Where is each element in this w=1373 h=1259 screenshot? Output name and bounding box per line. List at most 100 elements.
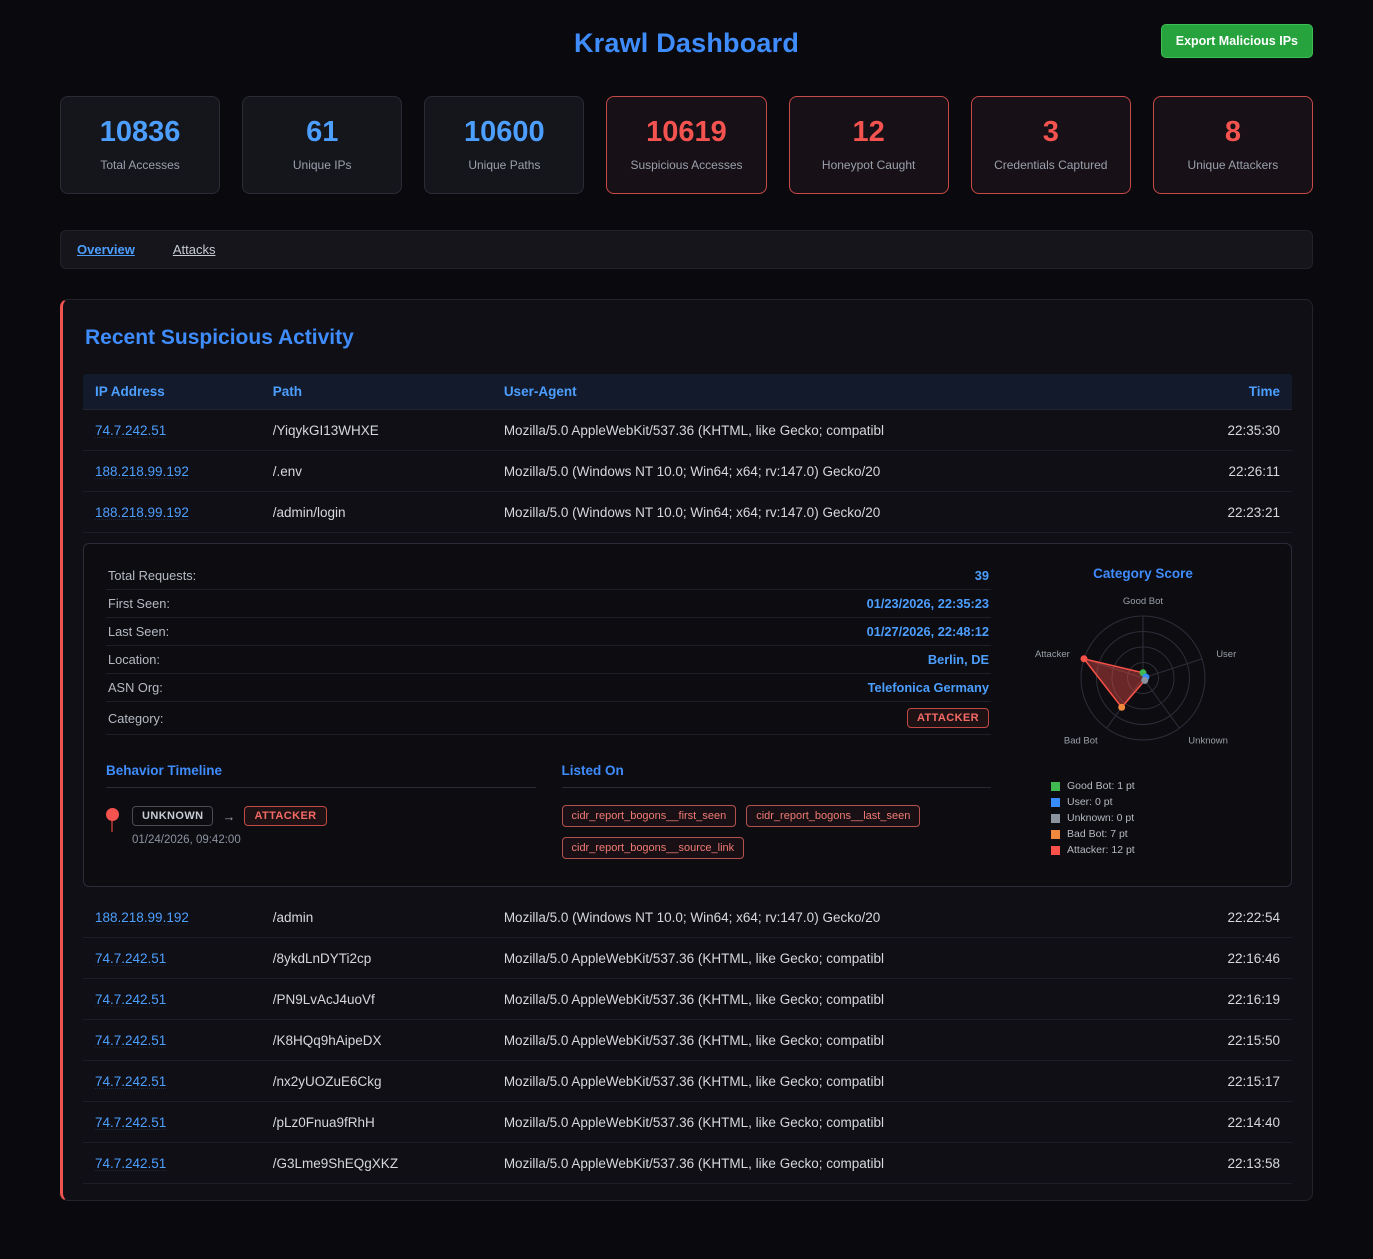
table-row: 188.218.99.192/adminMozilla/5.0 (Windows…: [83, 897, 1292, 938]
legend-swatch: [1051, 798, 1060, 807]
chart-title: Category Score: [1093, 566, 1193, 581]
ip-link[interactable]: 74.7.242.51: [95, 951, 166, 966]
timeline-to-badge: ATTACKER: [244, 806, 326, 826]
detail-columns: Behavior Timeline UNKNOWN → ATTACKER: [106, 763, 991, 859]
time-cell: 22:14:40: [1150, 1115, 1280, 1130]
table-row: 74.7.242.51/8ykdLnDYTi2cpMozilla/5.0 App…: [83, 938, 1292, 979]
suspicious-activity-panel: Recent Suspicious Activity IP Address Pa…: [60, 299, 1313, 1201]
category-badge: ATTACKER: [907, 708, 989, 728]
timeline-content: UNKNOWN → ATTACKER 01/24/2026, 09:42:00: [132, 806, 327, 846]
table-row: 74.7.242.51/PN9LvAcJ4uoVfMozilla/5.0 App…: [83, 979, 1292, 1020]
path-cell: /pLz0Fnua9fRhH: [273, 1115, 504, 1130]
stat-value: 12: [796, 116, 942, 149]
stat-label: Unique IPs: [249, 158, 395, 172]
export-malicious-ips-button[interactable]: Export Malicious IPs: [1161, 24, 1313, 58]
legend-label: Bad Bot: 7 pt: [1067, 828, 1128, 840]
field-value: 39: [975, 568, 989, 583]
svg-text:Attacker: Attacker: [1035, 649, 1070, 660]
stat-card-credentials-captured: 3Credentials Captured: [971, 96, 1131, 194]
detail-field: Last Seen:01/27/2026, 22:48:12: [106, 618, 991, 646]
ip-link[interactable]: 74.7.242.51: [95, 992, 166, 1007]
legend-swatch: [1051, 814, 1060, 823]
ip-cell: 74.7.242.51: [95, 1074, 273, 1089]
panel-title: Recent Suspicious Activity: [85, 326, 1290, 350]
legend-swatch: [1051, 846, 1060, 855]
detail-field: First Seen: 01/23/2026, 22:35:23: [106, 590, 991, 618]
stat-value: 61: [249, 116, 395, 149]
table-row: 74.7.242.51/G3Lme9ShEQgXKZMozilla/5.0 Ap…: [83, 1143, 1292, 1184]
radar-chart: Good BotUserUnknownBad BotAttacker: [1023, 583, 1263, 768]
behavior-timeline-title: Behavior Timeline: [106, 763, 536, 788]
stat-label: Unique Paths: [431, 158, 577, 172]
timeline-transition: UNKNOWN → ATTACKER: [132, 806, 327, 826]
field-label: First Seen:: [108, 596, 170, 611]
ip-link[interactable]: 188.218.99.192: [95, 910, 189, 925]
user-agent-cell: Mozilla/5.0 AppleWebKit/537.36 (KHTML, l…: [504, 1115, 1150, 1130]
stat-label: Credentials Captured: [978, 158, 1124, 172]
ip-link[interactable]: 188.218.99.192: [95, 464, 189, 479]
rows-bottom: 188.218.99.192/adminMozilla/5.0 (Windows…: [83, 897, 1292, 1184]
stat-card-total-accesses: 10836Total Accesses: [60, 96, 220, 194]
ip-cell: 74.7.242.51: [95, 992, 273, 1007]
svg-text:Unknown: Unknown: [1188, 735, 1228, 746]
column-header-ip: IP Address: [95, 384, 273, 399]
legend-item: Good Bot: 1 pt: [1051, 780, 1135, 792]
tab-attacks[interactable]: Attacks: [173, 242, 216, 257]
legend-label: Good Bot: 1 pt: [1067, 780, 1135, 792]
ip-link[interactable]: 74.7.242.51: [95, 1115, 166, 1130]
legend-item: Bad Bot: 7 pt: [1051, 828, 1135, 840]
tab-bar: Overview Attacks: [60, 230, 1313, 269]
user-agent-cell: Mozilla/5.0 AppleWebKit/537.36 (KHTML, l…: [504, 1074, 1150, 1089]
category-field: Category: ATTACKER: [106, 702, 991, 735]
user-agent-cell: Mozilla/5.0 AppleWebKit/537.36 (KHTML, l…: [504, 423, 1150, 438]
table-row: 74.7.242.51/K8HQq9hAipeDXMozilla/5.0 App…: [83, 1020, 1292, 1061]
field-label: Last Seen:: [108, 624, 169, 639]
ip-link[interactable]: 74.7.242.51: [95, 1156, 166, 1171]
listed-on-title: Listed On: [562, 763, 992, 788]
stat-card-unique-ips: 61 Unique IPs: [242, 96, 402, 194]
svg-text:User: User: [1216, 649, 1236, 660]
ip-link[interactable]: 74.7.242.51: [95, 423, 166, 438]
field-value: 01/23/2026, 22:35:23: [867, 596, 989, 611]
ip-cell: 74.7.242.51: [95, 423, 273, 438]
table-header-row: IP Address Path User-Agent Time: [83, 374, 1292, 410]
detail-field: ASN Org:Telefonica Germany: [106, 674, 991, 702]
ip-cell: 74.7.242.51: [95, 1115, 273, 1130]
activity-table: IP Address Path User-Agent Time 74.7.242…: [83, 374, 1292, 1184]
user-agent-cell: Mozilla/5.0 AppleWebKit/537.36 (KHTML, l…: [504, 951, 1150, 966]
time-cell: 22:15:50: [1150, 1033, 1280, 1048]
path-cell: /8ykdLnDYTi2cp: [273, 951, 504, 966]
ip-cell: 188.218.99.192: [95, 910, 273, 925]
timeline-item: UNKNOWN → ATTACKER 01/24/2026, 09:42:00: [106, 806, 536, 846]
ip-link[interactable]: 188.218.99.192: [95, 505, 189, 520]
listed-on-badges: cidr_report_bogons__first_seencidr_repor…: [562, 805, 992, 859]
time-cell: 22:16:19: [1150, 992, 1280, 1007]
ip-link[interactable]: 74.7.242.51: [95, 1074, 166, 1089]
page-title: Krawl Dashboard: [60, 16, 1313, 59]
field-value: Berlin, DE: [928, 652, 989, 667]
table-row: 188.218.99.192/admin/loginMozilla/5.0 (W…: [83, 492, 1292, 533]
legend-swatch: [1051, 830, 1060, 839]
time-cell: 22:35:30: [1150, 423, 1280, 438]
user-agent-cell: Mozilla/5.0 AppleWebKit/537.36 (KHTML, l…: [504, 1156, 1150, 1171]
rows-top: 74.7.242.51/YiqykGI13WHXEMozilla/5.0 App…: [83, 410, 1292, 533]
stats-row: 10836Total Accesses 61 Unique IPs 10600 Uniq…: [60, 96, 1313, 194]
category-label: Category:: [108, 711, 163, 726]
tab-overview[interactable]: Overview: [77, 242, 135, 257]
stat-card-unique-paths: 10600 Unique Paths: [424, 96, 584, 194]
app-header: Krawl Dashboard Export Malicious IPs: [60, 16, 1313, 78]
detail-field: Location:Berlin, DE: [106, 646, 991, 674]
listed-on-badge: cidr_report_bogons__first_seen: [562, 805, 737, 827]
field-label: Total Requests:: [108, 568, 196, 583]
page: Krawl Dashboard Export Malicious IPs 108…: [0, 0, 1373, 1229]
stat-card-suspicious-accesses: 10619Suspicious Accesses: [606, 96, 766, 194]
user-agent-cell: Mozilla/5.0 (Windows NT 10.0; Win64; x64…: [504, 464, 1150, 479]
ip-link[interactable]: 74.7.242.51: [95, 1033, 166, 1048]
stat-card-honeypot-caught: 12Honeypot Caught: [789, 96, 949, 194]
table-row: 74.7.242.51/pLz0Fnua9fRhHMozilla/5.0 App…: [83, 1102, 1292, 1143]
ip-cell: 74.7.242.51: [95, 951, 273, 966]
stat-value: 8: [1160, 116, 1306, 149]
stat-value: 10600: [431, 116, 577, 149]
timeline-marker-icon: [106, 808, 119, 821]
path-cell: /K8HQq9hAipeDX: [273, 1033, 504, 1048]
